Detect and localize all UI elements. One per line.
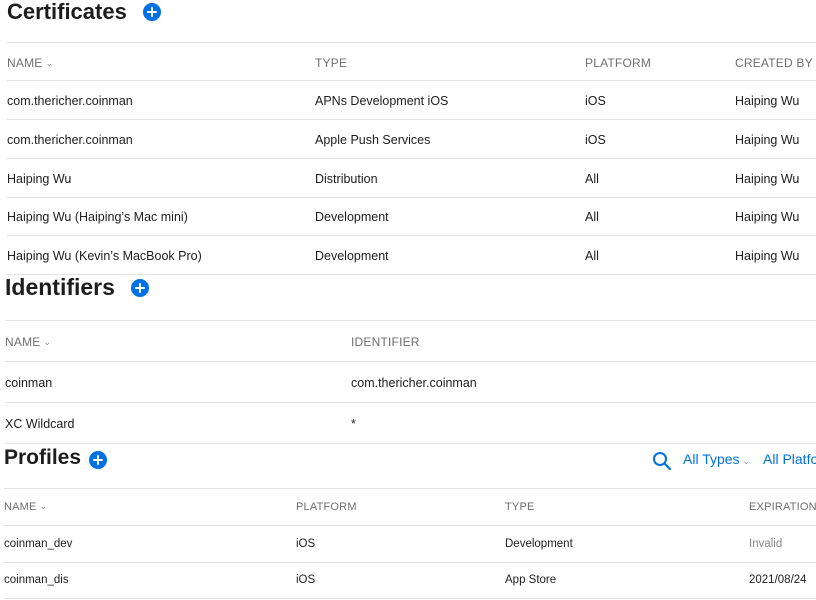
- certificate-type: Distribution: [315, 172, 378, 186]
- certificate-created-by: Haiping Wu: [735, 172, 800, 186]
- profile-type: App Store: [505, 574, 557, 586]
- row-divider: [7, 158, 816, 159]
- certificate-type: Development: [315, 249, 389, 263]
- column-header-created-by: CREATED BY: [735, 56, 813, 70]
- divider: [4, 525, 816, 526]
- chevron-down-icon: ⌄: [43, 337, 52, 347]
- row-divider: [4, 598, 816, 599]
- column-header-identifier: IDENTIFIER: [351, 335, 420, 349]
- certificate-created-by: Haiping Wu: [735, 133, 800, 147]
- row-divider: [5, 402, 816, 403]
- profile-platform: iOS: [296, 574, 316, 586]
- certificate-created-by: Haiping Wu: [735, 249, 800, 263]
- certificate-name[interactable]: Haiping Wu (Kevin’s MacBook Pro): [7, 249, 202, 263]
- certificate-platform: iOS: [585, 133, 606, 147]
- profile-name[interactable]: coinman_dis: [4, 574, 69, 586]
- identifiers-title: Identifiers: [5, 274, 115, 300]
- chevron-down-icon: ⌄: [45, 58, 54, 68]
- identifier-name[interactable]: coinman: [5, 376, 52, 390]
- certificate-name[interactable]: Haiping Wu: [7, 172, 71, 186]
- certificate-created-by: Haiping Wu: [735, 94, 800, 108]
- column-header-platform: PLATFORM: [296, 501, 357, 513]
- chevron-down-icon: ⌄: [39, 501, 48, 511]
- column-header-name[interactable]: NAME ⌄: [4, 501, 47, 513]
- divider: [4, 488, 816, 489]
- column-header-type: TYPE: [505, 501, 535, 513]
- profile-name[interactable]: coinman_dev: [4, 538, 72, 550]
- divider: [7, 80, 816, 81]
- profiles-title: Profiles: [4, 446, 82, 469]
- profile-type: Development: [505, 538, 573, 550]
- type-filter-dropdown[interactable]: All Types ⌄: [683, 451, 750, 467]
- certificate-type: Apple Push Services: [315, 133, 431, 147]
- row-divider: [7, 274, 816, 275]
- chevron-down-icon: ⌄: [742, 456, 751, 466]
- certificate-type: APNs Development iOS: [315, 94, 449, 108]
- row-divider: [7, 119, 816, 120]
- column-header-expiration: EXPIRATION: [749, 501, 816, 513]
- row-divider: [4, 562, 816, 563]
- certificate-name[interactable]: com.thericher.coinman: [7, 133, 133, 147]
- identifier-value: com.thericher.coinman: [351, 376, 477, 390]
- row-divider: [5, 443, 816, 444]
- certificate-platform: All: [585, 210, 599, 224]
- search-icon[interactable]: [652, 451, 672, 471]
- certificate-name[interactable]: Haiping Wu (Haiping’s Mac mini): [7, 210, 188, 224]
- profile-expiration: 2021/08/24: [749, 574, 807, 586]
- profile-expiration: Invalid: [749, 538, 783, 550]
- certificates-title: Certificates: [7, 0, 127, 24]
- column-header-type: TYPE: [315, 56, 348, 70]
- certificate-name[interactable]: com.thericher.coinman: [7, 94, 133, 108]
- row-divider: [7, 197, 816, 198]
- row-divider: [7, 235, 816, 236]
- identifier-value: *: [351, 417, 356, 431]
- certificate-platform: All: [585, 172, 599, 186]
- certificate-created-by: Haiping Wu: [735, 210, 800, 224]
- certificate-platform: iOS: [585, 94, 606, 108]
- column-header-name[interactable]: NAME ⌄: [5, 335, 51, 349]
- divider: [7, 42, 816, 43]
- column-header-name[interactable]: NAME ⌄: [7, 56, 53, 70]
- add-certificate-button[interactable]: [143, 3, 161, 21]
- column-header-platform: PLATFORM: [585, 56, 652, 70]
- platform-filter-dropdown[interactable]: All Platfo: [763, 451, 816, 467]
- add-profile-button[interactable]: [89, 451, 107, 469]
- divider: [5, 320, 816, 321]
- profile-platform: iOS: [296, 538, 316, 550]
- certificate-platform: All: [585, 249, 599, 263]
- identifier-name[interactable]: XC Wildcard: [5, 417, 74, 431]
- add-identifier-button[interactable]: [131, 279, 149, 297]
- divider: [5, 361, 816, 362]
- certificate-type: Development: [315, 210, 389, 224]
